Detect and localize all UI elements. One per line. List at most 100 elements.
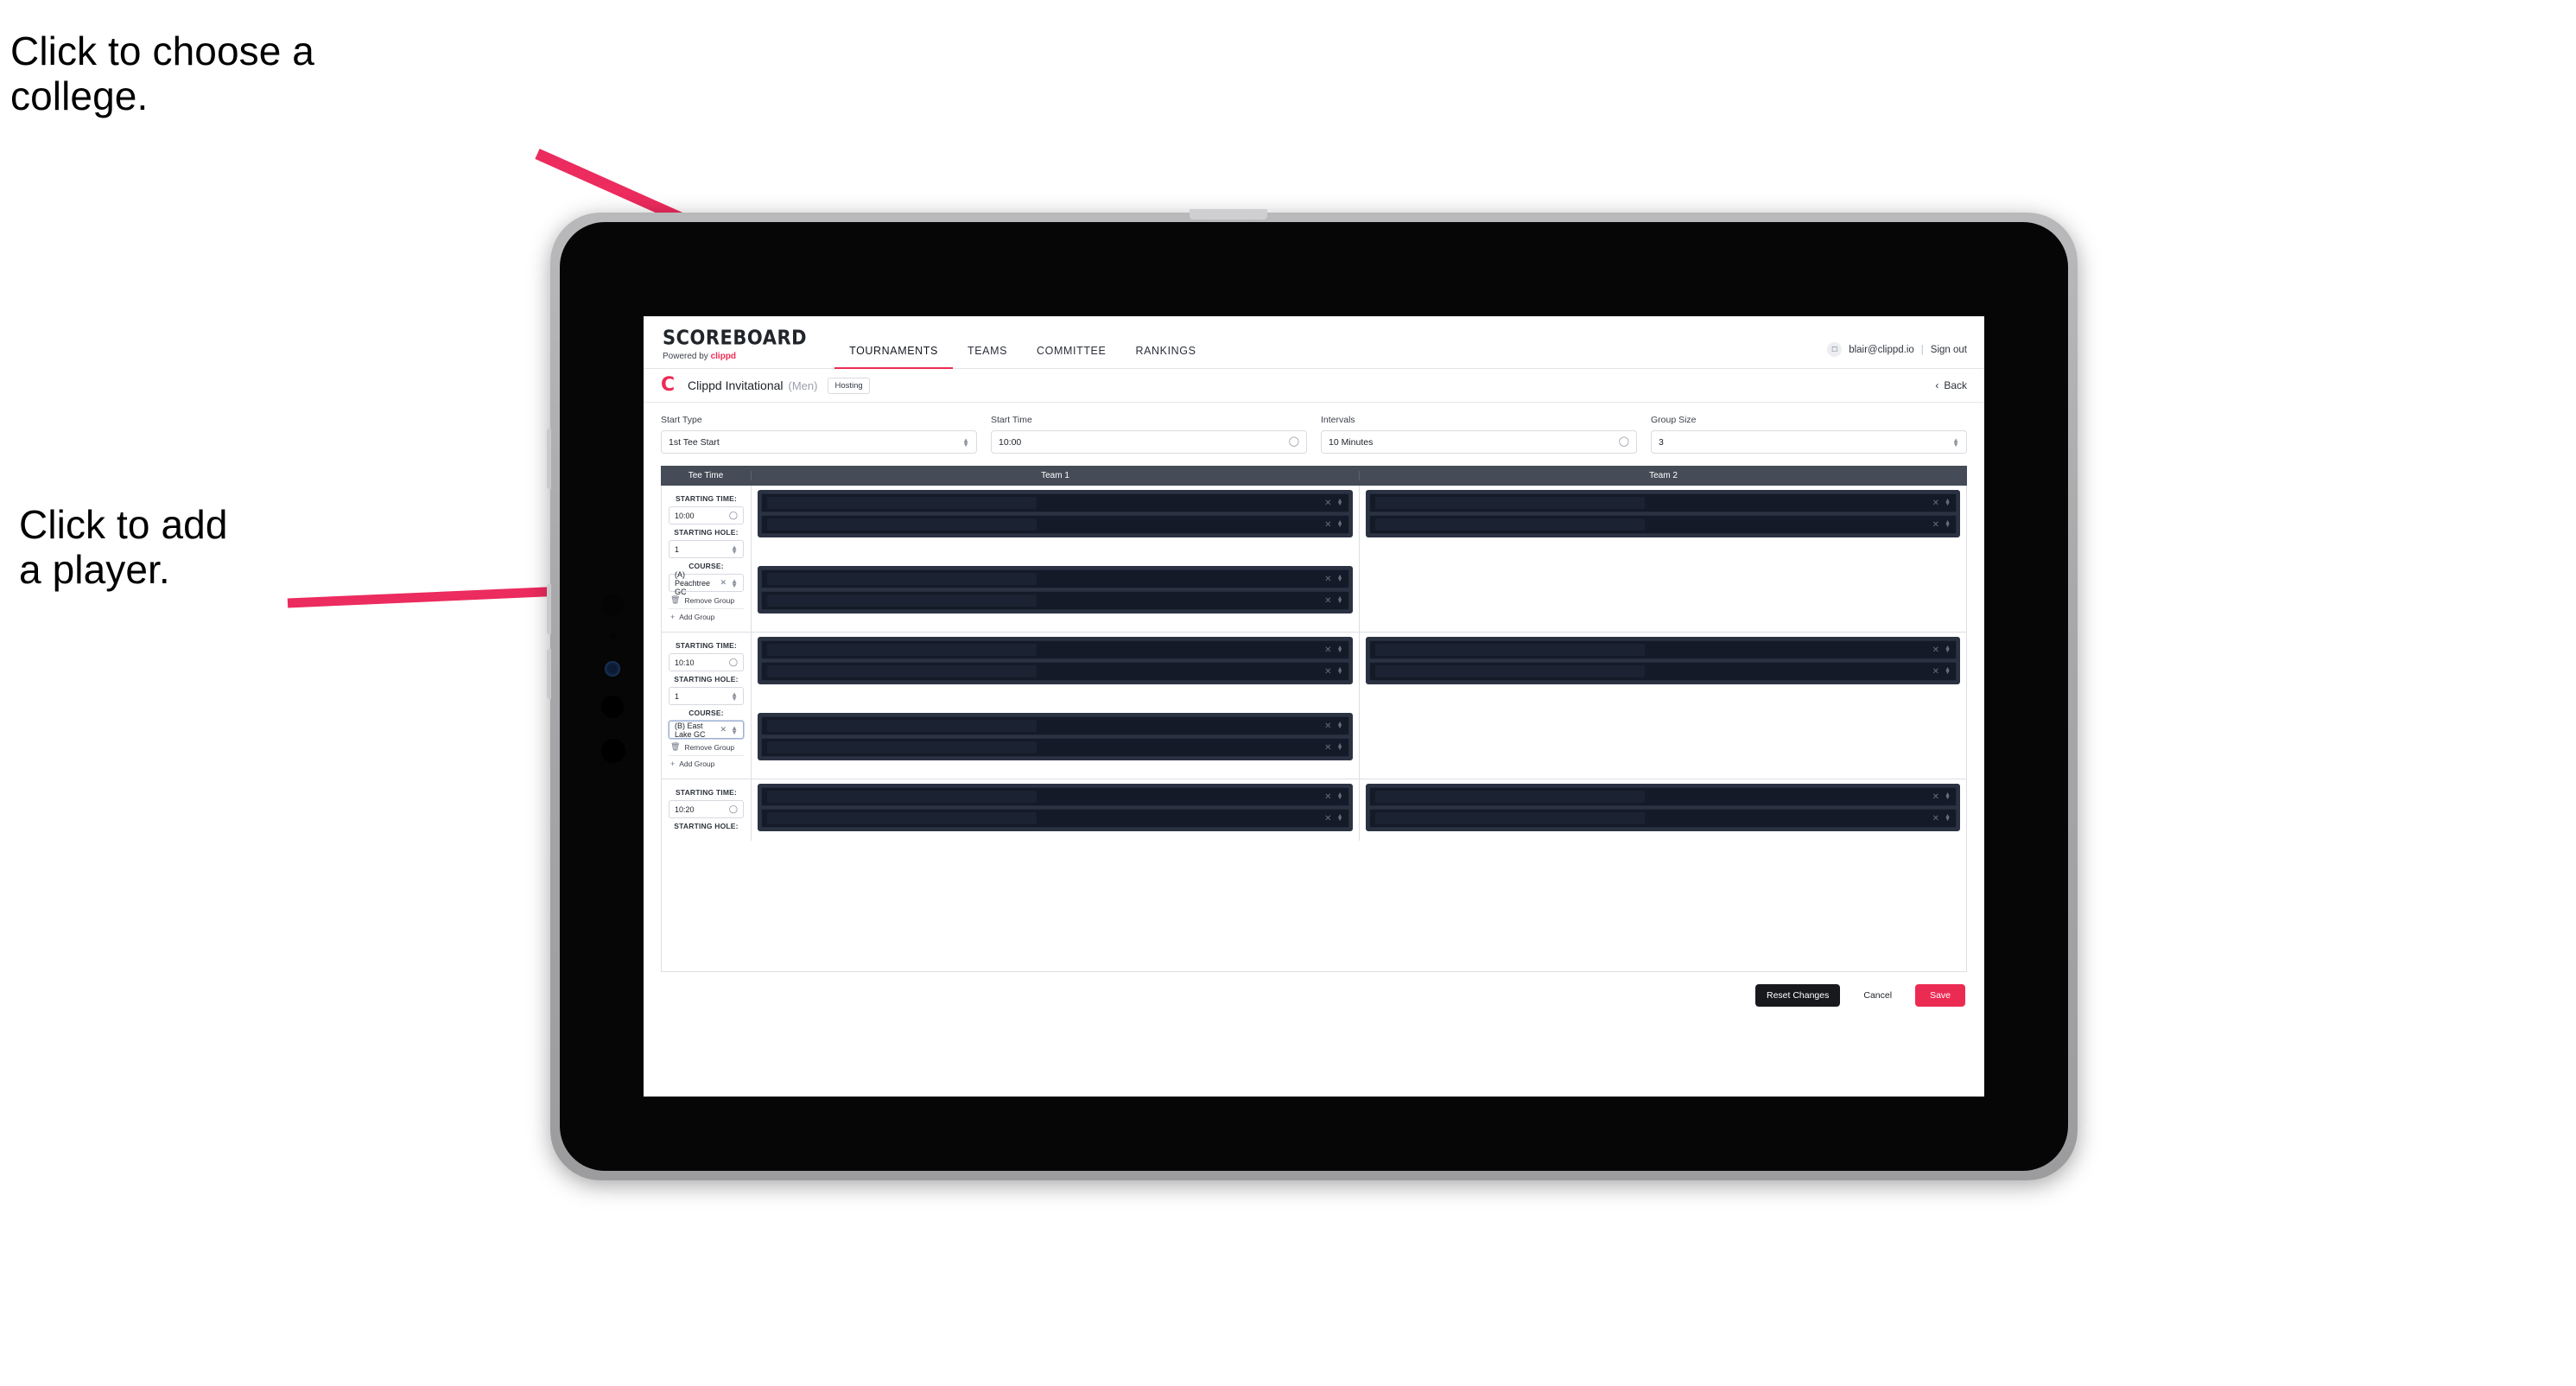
nav-item-tournaments[interactable]: TOURNAMENTS [834, 345, 953, 369]
starting-time-input[interactable]: 10:00 ◯ [669, 506, 744, 525]
clock-icon: ◯ [1288, 436, 1299, 447]
close-icon[interactable]: ✕ [1932, 520, 1939, 530]
close-icon[interactable]: ✕ [1324, 520, 1331, 530]
nav-item-committee[interactable]: COMMITTEE [1022, 345, 1120, 368]
player-slot[interactable]: ✕ ▲ ▼ [761, 591, 1349, 610]
close-icon[interactable]: ✕ [1324, 743, 1331, 753]
reset-changes-button[interactable]: Reset Changes [1754, 984, 1841, 1007]
starting-time-input[interactable]: 10:10 ◯ [669, 653, 744, 671]
starting-hole-input[interactable]: 1 ▲ ▼ [669, 687, 744, 705]
player-slot[interactable]: ✕ ▲ ▼ [761, 787, 1349, 806]
table-row: STARTING TIME: 10:20 ◯ STARTING HOLE: ✕ ▲… [662, 779, 1966, 841]
field-group-size: Group Size 3 ▲ ▼ [1651, 415, 1967, 454]
close-icon[interactable]: ✕ [1324, 575, 1331, 584]
stepper-icon: ▲ ▼ [962, 436, 969, 448]
tablet-volume-up-button[interactable] [547, 584, 551, 634]
sign-out-link[interactable]: Sign out [1931, 345, 1967, 355]
redacted-player-name [1374, 665, 1645, 677]
starting-hole-label: STARTING HOLE: [674, 528, 739, 537]
course-select[interactable]: (B) East Lake GC ✕ ▲ ▼ [669, 721, 744, 739]
tablet-volume-down-button[interactable] [547, 649, 551, 699]
player-slot[interactable]: ✕ ▲ ▼ [1368, 640, 1957, 659]
starting-hole-label: STARTING HOLE: [674, 675, 739, 683]
close-icon[interactable]: ✕ [1324, 722, 1331, 731]
course-select[interactable]: (A) Peachtree GC ✕ ▲ ▼ [669, 570, 744, 596]
plus-icon: + [670, 760, 676, 768]
remove-group-button[interactable]: 🗑 Remove Group [669, 739, 744, 756]
start-type-select[interactable]: 1st Tee Start ▲ ▼ [661, 430, 977, 454]
brand-sub-clippd: clippd [710, 352, 737, 361]
tablet-device-frame: SCOREBOARD Powered by clippd TOURNAMENTS… [547, 209, 2078, 1180]
account-email: blair@clippd.io [1849, 344, 1914, 355]
settings-form-row: Start Type 1st Tee Start ▲ ▼ Start Time 1… [644, 403, 1984, 462]
add-group-button[interactable]: + Add Group [669, 609, 744, 625]
player-slot[interactable]: ✕ ▲ ▼ [1368, 515, 1957, 534]
player-slot[interactable]: ✕ ▲ ▼ [761, 640, 1349, 659]
tablet-screen: SCOREBOARD Powered by clippd TOURNAMENTS… [560, 222, 2068, 1171]
close-icon[interactable]: ✕ [1932, 645, 1939, 655]
start-time-value: 10:00 [999, 436, 1022, 448]
sensor-dot-3 [601, 739, 625, 763]
field-intervals-label: Intervals [1321, 415, 1355, 425]
brand-logo[interactable]: SCOREBOARD Powered by clippd [644, 327, 807, 368]
player-slot[interactable]: ✕ ▲ ▼ [761, 738, 1349, 757]
redacted-player-name [767, 573, 1037, 585]
clippd-logo-icon: C [661, 373, 676, 396]
stepper-icon: ▲ ▼ [1945, 812, 1951, 823]
add-group-button[interactable]: + Add Group [669, 756, 744, 772]
close-icon[interactable]: ✕ [1324, 667, 1331, 677]
close-icon[interactable]: ✕ [1324, 814, 1331, 823]
hosting-badge: Hosting [828, 377, 870, 394]
player-group: ✕ ▲ ▼ ✕ ▲ ▼ [758, 713, 1353, 760]
nav-item-rankings[interactable]: RANKINGS [1120, 345, 1210, 368]
player-slot[interactable]: ✕ ▲ ▼ [1368, 787, 1957, 806]
add-group-label: Add Group [679, 760, 715, 768]
player-group: ✕ ▲ ▼ ✕ ▲ ▼ [758, 784, 1353, 831]
group-size-select[interactable]: 3 ▲ ▼ [1651, 430, 1967, 454]
close-icon[interactable]: ✕ [1324, 596, 1331, 606]
field-start-type-label: Start Type [661, 415, 702, 425]
account-divider: | [1920, 344, 1924, 355]
tee-sheet-table-body[interactable]: STARTING TIME: 10:00 ◯ STARTING HOLE: 1 … [661, 486, 1967, 972]
account-area: ☐ blair@clippd.io | Sign out [1827, 342, 1984, 368]
stepper-icon: ▲ ▼ [1945, 791, 1951, 801]
starting-time-input[interactable]: 10:20 ◯ [669, 800, 744, 818]
add-group-label: Add Group [679, 613, 715, 621]
back-button[interactable]: ‹ Back [1935, 379, 1967, 391]
player-slot[interactable]: ✕ ▲ ▼ [761, 809, 1349, 828]
close-icon[interactable]: ✕ [720, 725, 727, 734]
stepper-icon: ▲ ▼ [1952, 436, 1959, 448]
column-header-team-1: Team 1 [752, 471, 1360, 480]
nav-item-teams[interactable]: TEAMS [953, 345, 1022, 368]
stepper-icon: ▲ ▼ [1336, 594, 1343, 605]
start-time-input[interactable]: 10:00 ◯ [991, 430, 1307, 454]
camera-lens-icon [605, 661, 620, 677]
player-slot[interactable]: ✕ ▲ ▼ [1368, 809, 1957, 828]
redacted-player-name [767, 812, 1037, 824]
player-slot[interactable]: ✕ ▲ ▼ [761, 716, 1349, 735]
cancel-button[interactable]: Cancel [1852, 984, 1903, 1007]
intervals-input[interactable]: 10 Minutes ◯ [1321, 430, 1637, 454]
user-icon[interactable]: ☐ [1827, 342, 1843, 357]
close-icon[interactable]: ✕ [1932, 792, 1939, 802]
close-icon[interactable]: ✕ [1324, 645, 1331, 655]
player-slot[interactable]: ✕ ▲ ▼ [1368, 493, 1957, 512]
starting-hole-input[interactable]: 1 ▲ ▼ [669, 540, 744, 558]
save-button[interactable]: Save [1915, 984, 1965, 1007]
close-icon[interactable]: ✕ [1324, 792, 1331, 802]
clock-icon: ◯ [1618, 436, 1629, 447]
player-slot[interactable]: ✕ ▲ ▼ [761, 493, 1349, 512]
player-slot[interactable]: ✕ ▲ ▼ [761, 662, 1349, 681]
tablet-power-button[interactable] [547, 429, 551, 489]
sensor-dot [610, 633, 617, 639]
player-slot[interactable]: ✕ ▲ ▼ [1368, 662, 1957, 681]
close-icon[interactable]: ✕ [1932, 814, 1939, 823]
close-icon[interactable]: ✕ [720, 578, 727, 588]
close-icon[interactable]: ✕ [1932, 499, 1939, 508]
start-type-value: 1st Tee Start [669, 436, 720, 448]
player-slot[interactable]: ✕ ▲ ▼ [761, 515, 1349, 534]
close-icon[interactable]: ✕ [1324, 499, 1331, 508]
player-slot[interactable]: ✕ ▲ ▼ [761, 569, 1349, 588]
field-start-time-label: Start Time [991, 415, 1032, 425]
close-icon[interactable]: ✕ [1932, 667, 1939, 677]
